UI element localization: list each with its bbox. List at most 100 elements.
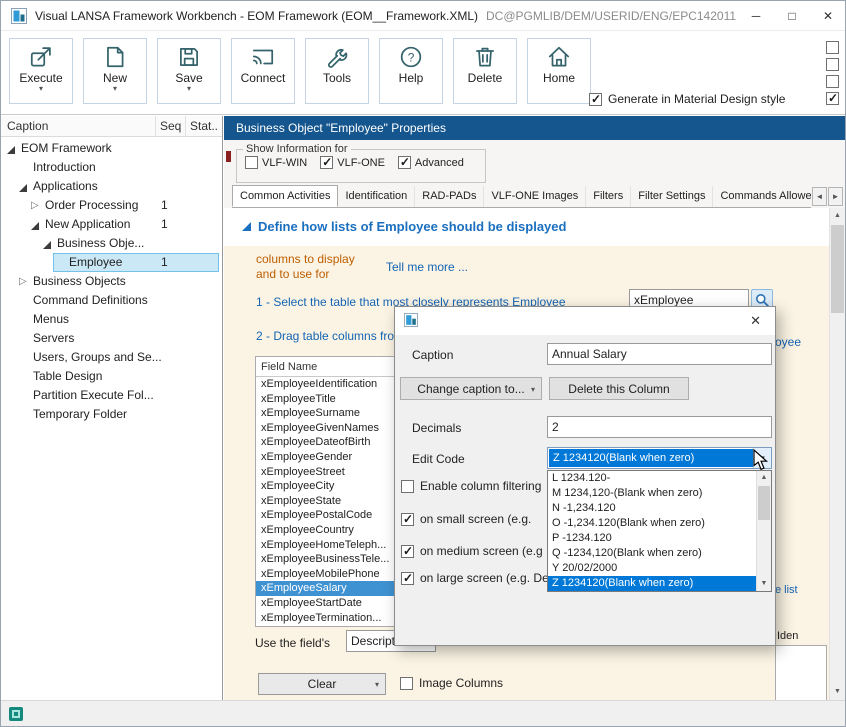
tree-item[interactable]: Command Definitions	[1, 291, 222, 310]
tree-item[interactable]: Partition Execute Fol...	[1, 386, 222, 405]
clipped-link-fragment[interactable]: e list	[775, 584, 798, 596]
tree-item[interactable]: ▷Business Objects	[1, 272, 222, 291]
show-info-checkbox[interactable]: VLF-WIN	[245, 156, 307, 169]
content-scrollbar[interactable]: ▲ ▼	[829, 208, 845, 700]
tree-item[interactable]: Table Design	[1, 367, 222, 386]
show-info-checkbox[interactable]: Advanced	[398, 156, 464, 169]
tree-item[interactable]: Business Obje...	[1, 234, 222, 253]
tab-identification[interactable]: Identification	[338, 186, 415, 208]
tab-scroll-left-icon[interactable]: ◄	[812, 187, 827, 206]
field-row[interactable]: xEmployeePostalCode	[256, 508, 394, 523]
tree-item[interactable]: ▷Order Processing1	[1, 196, 222, 215]
field-row[interactable]: xEmployeeCity	[256, 479, 394, 494]
dialog-checkbox[interactable]: on large screen (e.g. Des	[401, 571, 555, 585]
dropdown-scrollbar[interactable]: ▲ ▼	[756, 471, 771, 591]
material-design-checkbox[interactable]: Generate in Material Design style	[589, 92, 785, 106]
column-header-caption[interactable]: Caption	[1, 116, 156, 136]
tree-item[interactable]: Temporary Folder	[1, 405, 222, 424]
field-row[interactable]: xEmployeeGender	[256, 450, 394, 465]
edit-code-combobox[interactable]: Z 1234120(Blank when zero) ▼	[547, 447, 772, 469]
collapsed-arrow-icon[interactable]: ▷	[31, 199, 39, 212]
show-info-checkbox[interactable]: VLF-ONE	[320, 156, 385, 169]
dropdown-option[interactable]: Y 20/02/2000	[548, 561, 756, 576]
dropdown-option[interactable]: P -1234.120	[548, 531, 756, 546]
field-row[interactable]: xEmployeeDateofBirth	[256, 435, 394, 450]
expanded-arrow-icon[interactable]	[7, 146, 15, 154]
field-table-header[interactable]: Field Name	[256, 357, 394, 377]
dropdown-option[interactable]: M 1234,120-(Blank when zero)	[548, 486, 756, 501]
field-row[interactable]: xEmployeeMobilePhone	[256, 567, 394, 582]
dropdown-option[interactable]: O -1,234.120(Blank when zero)	[548, 516, 756, 531]
close-icon[interactable]: ✕	[745, 313, 766, 329]
toolbar-option-checkbox[interactable]	[826, 92, 839, 105]
scroll-down-icon[interactable]: ▼	[830, 684, 845, 700]
toolbar-button-save[interactable]: Save▾	[157, 38, 221, 104]
field-row[interactable]: xEmployeeStreet	[256, 465, 394, 480]
delete-column-button[interactable]: Delete this Column	[549, 377, 689, 400]
field-row[interactable]: xEmployeeSalary	[256, 581, 394, 596]
maximize-icon[interactable]: □	[785, 9, 799, 23]
toolbar-button-home[interactable]: Home	[527, 38, 591, 104]
toolbar-button-help[interactable]: ?Help	[379, 38, 443, 104]
tree-item[interactable]: Applications	[1, 177, 222, 196]
toolbar-button-tools[interactable]: Tools	[305, 38, 369, 104]
tab-scroll-right-icon[interactable]: ►	[828, 187, 843, 206]
dropdown-option[interactable]: Z 1234120(Blank when zero)	[548, 576, 756, 591]
toolbar-option-checkbox[interactable]	[826, 41, 839, 54]
field-row[interactable]: xEmployeeIdentification	[256, 377, 394, 392]
tree-item[interactable]: Menus	[1, 310, 222, 329]
close-icon[interactable]: ✕	[821, 9, 835, 23]
change-caption-button[interactable]: Change caption to... ▾	[400, 377, 542, 400]
tab-rad-pads[interactable]: RAD-PADs	[415, 186, 484, 208]
dialog-checkbox[interactable]: on small screen (e.g.	[401, 512, 531, 526]
toolbar-option-checkbox[interactable]	[826, 58, 839, 71]
caption-input[interactable]	[547, 343, 772, 365]
scroll-down-icon[interactable]: ▼	[757, 577, 771, 591]
toolbar-button-execute[interactable]: Execute▾	[9, 38, 73, 104]
toolbar-button-new[interactable]: New▾	[83, 38, 147, 104]
clear-button[interactable]: Clear ▾	[258, 673, 386, 695]
field-row[interactable]: xEmployeeBusinessTele...	[256, 552, 394, 567]
tree-item[interactable]: New Application1	[1, 215, 222, 234]
minimize-icon[interactable]: ─	[749, 9, 763, 23]
field-row[interactable]: xEmployeeStartDate	[256, 596, 394, 611]
tab-filters[interactable]: Filters	[586, 186, 631, 208]
scrollbar-thumb[interactable]	[758, 486, 770, 520]
tree-item[interactable]: Introduction	[1, 158, 222, 177]
columns-note: columns to display and to use for	[256, 252, 355, 282]
expanded-arrow-icon[interactable]	[19, 184, 27, 192]
field-row[interactable]: xEmployeeState	[256, 494, 394, 509]
field-row[interactable]: xEmployeeTermination...	[256, 611, 394, 626]
column-header-seq[interactable]: Seq	[156, 116, 186, 136]
decimals-input[interactable]	[547, 416, 772, 438]
tree-item[interactable]: Employee1	[1, 253, 222, 272]
field-row[interactable]: xEmployeeHomeTeleph...	[256, 538, 394, 553]
field-row[interactable]: xEmployeeGivenNames	[256, 421, 394, 436]
tell-me-more-link[interactable]: Tell me more ...	[386, 260, 468, 274]
tab-common-activities[interactable]: Common Activities	[232, 185, 338, 207]
expanded-arrow-icon[interactable]	[43, 241, 51, 249]
tree-item[interactable]: Users, Groups and Se...	[1, 348, 222, 367]
dropdown-option[interactable]: Q -1234,120(Blank when zero)	[548, 546, 756, 561]
dialog-checkbox[interactable]: on medium screen (e.g	[401, 544, 543, 558]
image-columns-checkbox[interactable]: Image Columns	[400, 676, 503, 690]
toolbar-button-delete[interactable]: Delete	[453, 38, 517, 104]
dropdown-option[interactable]: N -1,234.120	[548, 501, 756, 516]
field-row[interactable]: xEmployeeCountry	[256, 523, 394, 538]
tab-commands-allowed[interactable]: Commands Allowed	[713, 186, 811, 208]
expanded-arrow-icon[interactable]	[31, 222, 39, 230]
tree-item[interactable]: Servers	[1, 329, 222, 348]
field-row[interactable]: xEmployeeTitle	[256, 392, 394, 407]
scroll-up-icon[interactable]: ▲	[830, 208, 845, 224]
tab-filter-settings[interactable]: Filter Settings	[631, 186, 713, 208]
collapsed-arrow-icon[interactable]: ▷	[19, 275, 27, 288]
field-row[interactable]: xEmployeeSurname	[256, 406, 394, 421]
toolbar-option-checkbox[interactable]	[826, 75, 839, 88]
scrollbar-thumb[interactable]	[831, 225, 844, 313]
tree-item[interactable]: EOM Framework	[1, 139, 222, 158]
tab-vlf-one-images[interactable]: VLF-ONE Images	[484, 186, 586, 208]
toolbar-button-connect[interactable]: Connect	[231, 38, 295, 104]
dialog-checkbox[interactable]: Enable column filtering	[401, 479, 541, 493]
dropdown-option[interactable]: L 1234.120-	[548, 471, 756, 486]
column-header-stat[interactable]: Stat..	[186, 116, 222, 136]
